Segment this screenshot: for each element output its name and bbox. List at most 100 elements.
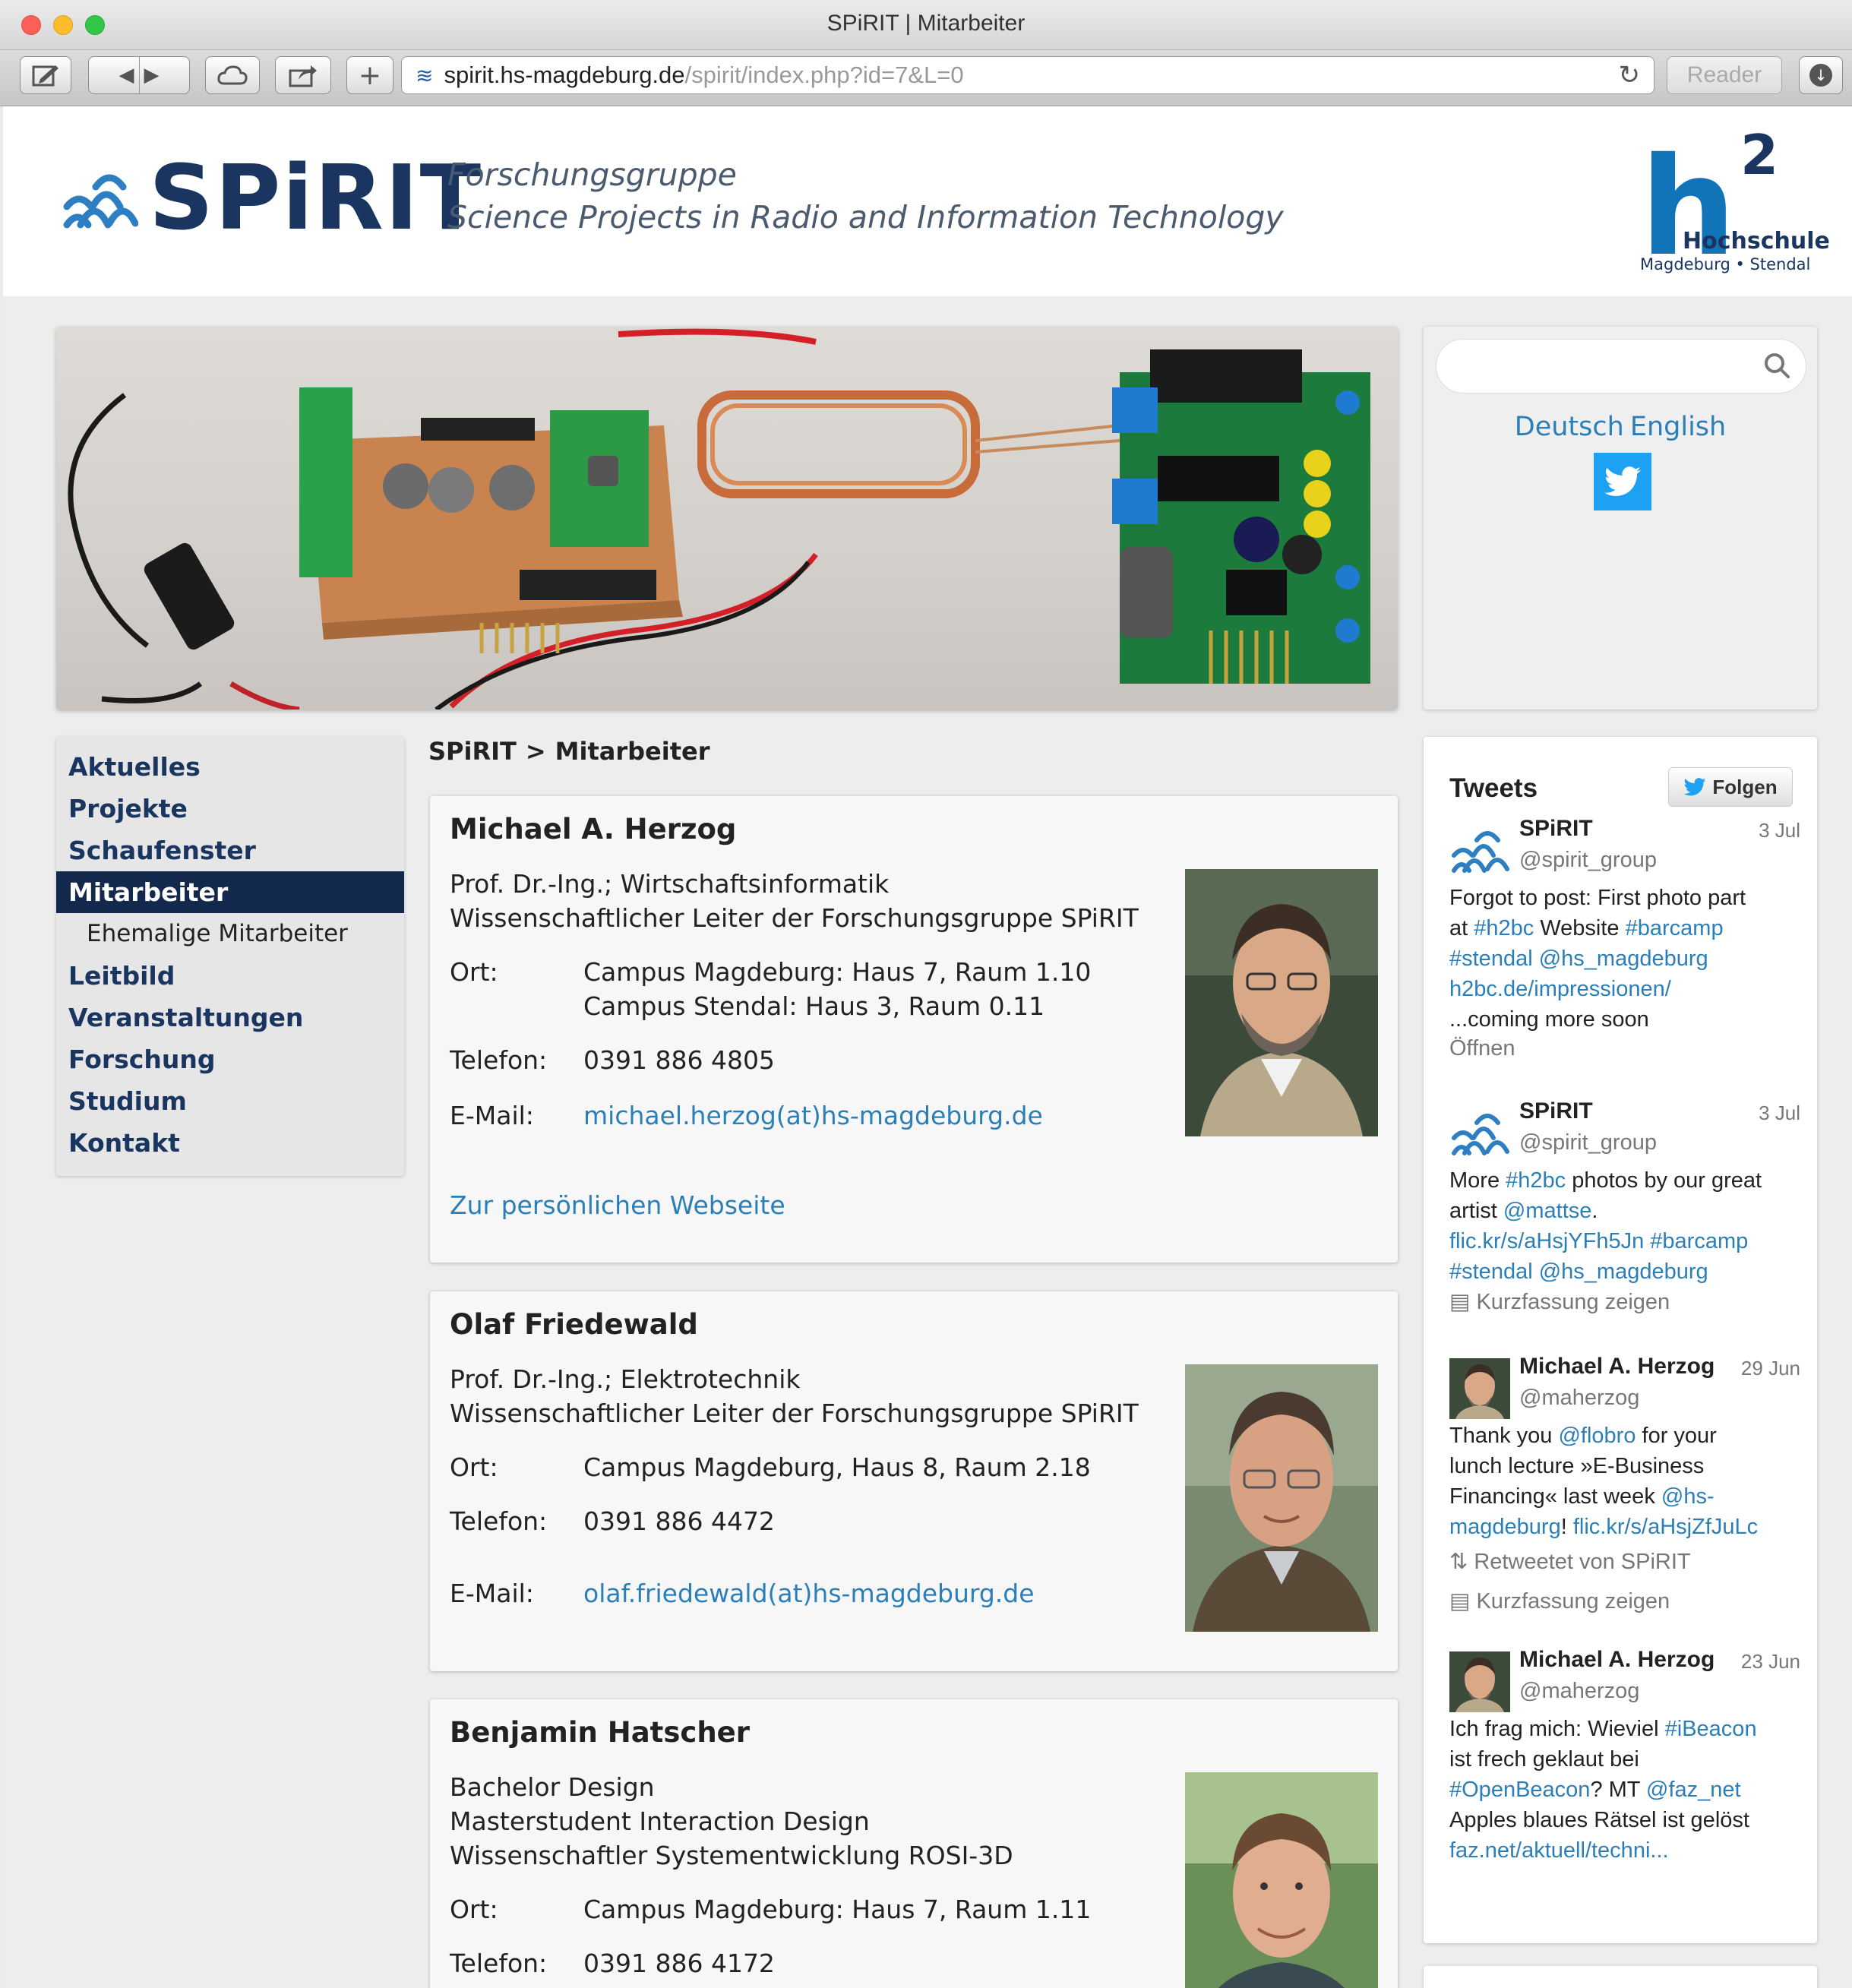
user-avatar[interactable] (1449, 1358, 1510, 1419)
person-name: Michael A. Herzog (450, 813, 737, 845)
tweet-date[interactable]: 3 Jul (1759, 1101, 1800, 1125)
user-avatar[interactable] (1449, 1651, 1510, 1712)
nav-item-studium[interactable]: Studium (56, 1080, 404, 1122)
tweet-text: . (1591, 1199, 1598, 1223)
tweet-handle[interactable]: @spirit_group (1519, 1130, 1657, 1155)
back-arrow-icon[interactable]: ◀ (119, 64, 134, 87)
telefon-label: Telefon: (450, 1948, 548, 1978)
hashtag-link[interactable]: #OpenBeacon (1449, 1778, 1590, 1802)
twitter-button[interactable] (1594, 453, 1651, 510)
hashtag-link[interactable]: #barcamp (1644, 1229, 1748, 1253)
icloud-tabs-button[interactable] (205, 56, 260, 94)
twitter-bird-icon (1683, 778, 1706, 796)
nav-item-projekte[interactable]: Projekte (56, 788, 404, 830)
lang-english-link[interactable]: English (1630, 412, 1726, 442)
hashtag-link[interactable]: #barcamp (1626, 916, 1724, 940)
email-link[interactable]: olaf.friedewald(at)hs-magdeburg.de (583, 1579, 1035, 1608)
nav-item-schaufenster[interactable]: Schaufenster (56, 830, 404, 871)
tweet-author[interactable]: Michael A. Herzog (1519, 1354, 1715, 1380)
person-role-2: Wissenschaftler Systementwicklung ROSI-3… (450, 1841, 1013, 1870)
nav-item-kontakt[interactable]: Kontakt (56, 1122, 404, 1164)
hochschule-logo[interactable]: h 2 Hochschule Magdeburg • Stendal (1640, 123, 1830, 280)
hashtag-link[interactable]: #iBeacon (1665, 1717, 1757, 1741)
email-link[interactable]: michael.herzog(at)hs-magdeburg.de (583, 1101, 1043, 1130)
share-button[interactable] (275, 56, 331, 94)
spirit-avatar-icon[interactable] (1449, 820, 1510, 881)
nav-item-mitarbeiter[interactable]: Mitarbeiter (56, 871, 404, 913)
search-icon[interactable] (1762, 350, 1792, 381)
search-input[interactable] (1436, 339, 1806, 393)
person-photo (1185, 869, 1378, 1136)
tweet-author[interactable]: Michael A. Herzog (1519, 1647, 1715, 1673)
ort-value: Campus Magdeburg, Haus 8, Raum 2.18 (583, 1452, 1091, 1482)
tweet-open-link[interactable]: Öffnen (1449, 1036, 1515, 1061)
nav-item-forschung[interactable]: Forschung (56, 1038, 404, 1080)
mention-link[interactable]: @mattse (1503, 1199, 1591, 1223)
mention-link[interactable]: @hs_magdeburg (1533, 947, 1708, 971)
edit-button[interactable] (20, 56, 71, 94)
address-bar[interactable]: ≋ spirit.hs-magdeburg.de/spirit/index.ph… (401, 56, 1654, 94)
download-icon: ↓ (1809, 64, 1832, 87)
url-link[interactable]: h2bc.de/impressionen/ (1449, 977, 1671, 1001)
back-forward-buttons: ◀ ▶ (88, 56, 190, 94)
summary-toggle[interactable]: ▤ Kurzfassung zeigen (1449, 1288, 1670, 1315)
tweet-text: Thank you @flobro for your lunch lecture… (1449, 1421, 1800, 1542)
mention-link[interactable]: @hs_magdeburg (1533, 1259, 1708, 1284)
breadcrumb-root-link[interactable]: SPiRIT (428, 737, 517, 766)
mention-link[interactable]: magdeburg (1449, 1515, 1561, 1539)
nav-item-leitbild[interactable]: Leitbild (56, 955, 404, 997)
spirit-avatar-icon[interactable] (1449, 1103, 1510, 1164)
mention-link[interactable]: @flobro (1558, 1424, 1636, 1448)
title-bar: SPiRIT | Mitarbeiter (0, 0, 1852, 50)
hashtag-link[interactable]: #h2bc (1506, 1168, 1566, 1193)
tweet-text: Ich frag mich: Wieviel (1449, 1717, 1665, 1741)
url-link[interactable]: flic.kr/s/aHsjZfJuLc (1573, 1515, 1758, 1539)
telefon-label: Telefon: (450, 1506, 548, 1536)
url-link[interactable]: flic.kr/s/aHsjYFh5Jn (1449, 1229, 1644, 1253)
person-card: Michael A. Herzog Prof. Dr.-Ing.; Wirtsc… (430, 796, 1398, 1263)
tweet-date[interactable]: 29 Jun (1741, 1357, 1800, 1380)
tweet-handle[interactable]: @spirit_group (1519, 848, 1657, 873)
mention-link[interactable]: @faz_net (1646, 1778, 1741, 1802)
reader-button[interactable]: Reader (1667, 56, 1782, 94)
telefon-value: 0391 886 4172 (583, 1948, 775, 1978)
tweet-author[interactable]: SPiRIT (1519, 1098, 1593, 1124)
nav-item-veranstaltungen[interactable]: Veranstaltungen (56, 997, 404, 1038)
forward-arrow-icon[interactable]: ▶ (144, 64, 160, 87)
reload-icon[interactable]: ↻ (1619, 60, 1641, 90)
retweet-label: Retweetet von SPiRIT (1474, 1550, 1691, 1574)
personal-website-link[interactable]: Zur persönlichen Webseite (450, 1190, 785, 1220)
new-tab-button[interactable]: + (346, 56, 393, 94)
tweet-text-line: Forgot to post: First photo part (1449, 886, 1746, 910)
breadcrumb-current: Mitarbeiter (555, 737, 710, 766)
tweet-date[interactable]: 3 Jul (1759, 819, 1800, 842)
tagline-line-1: Forschungsgruppe (447, 156, 737, 193)
tweet-handle[interactable]: @maherzog (1519, 1386, 1639, 1411)
tweet-author[interactable]: SPiRIT (1519, 816, 1593, 842)
person-role: Wissenschaftlicher Leiter der Forschungs… (450, 1399, 1139, 1428)
tweet-date[interactable]: 23 Jun (1741, 1650, 1800, 1674)
tweet-handle[interactable]: @maherzog (1519, 1679, 1639, 1704)
tweet-text-line: ...coming more soon (1449, 1007, 1649, 1032)
mention-link[interactable]: @hs- (1661, 1484, 1715, 1509)
summary-toggle[interactable]: ▤ Kurzfassung zeigen (1449, 1588, 1670, 1614)
url-link[interactable]: faz.net/aktuell/techni... (1449, 1838, 1669, 1863)
nav-item-ehemalige-mitarbeiter[interactable]: Ehemalige Mitarbeiter (56, 913, 404, 955)
summary-toggle-label: Kurzfassung zeigen (1476, 1589, 1670, 1613)
hashtag-link[interactable]: #stendal (1449, 947, 1533, 971)
tweet-text: for your (1636, 1424, 1717, 1448)
hashtag-link[interactable]: #h2bc (1474, 916, 1534, 940)
hashtag-link[interactable]: #stendal (1449, 1259, 1533, 1284)
sidebar-bottom-box (1424, 1966, 1817, 1988)
telefon-value: 0391 886 4472 (583, 1506, 775, 1536)
lang-deutsch-link[interactable]: Deutsch (1515, 412, 1624, 442)
sidebar-top-box: Deutsch English (1424, 327, 1817, 710)
spirit-logo[interactable]: SPiRIT (62, 145, 482, 250)
tweet-text: Website (1534, 916, 1626, 940)
nav-item-aktuelles[interactable]: Aktuelles (56, 746, 404, 788)
language-switcher: Deutsch English (1424, 412, 1817, 442)
pencil-icon (32, 65, 58, 87)
logo-wordmark: SPiRIT (149, 145, 483, 250)
downloads-button[interactable]: ↓ (1799, 56, 1843, 94)
follow-button[interactable]: Folgen (1668, 767, 1793, 807)
